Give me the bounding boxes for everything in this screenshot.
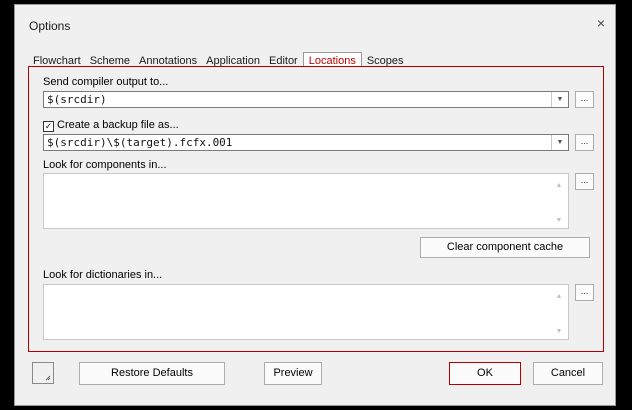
backup-file-browse-button[interactable]: ... [575, 134, 594, 151]
dictionaries-label: Look for dictionaries in... [43, 269, 163, 281]
components-listbox[interactable]: ▲ ▼ [43, 173, 569, 229]
backup-file-combo[interactable]: $(srcdir)\$(target).fcfx.001 ▼ [43, 134, 569, 151]
checkmark-icon: ✓ [44, 121, 53, 131]
scroll-down-icon[interactable]: ▼ [554, 328, 564, 336]
compiler-output-label: Send compiler output to... [43, 76, 169, 88]
backup-checkbox[interactable]: ✓ [43, 121, 54, 132]
components-browse-button[interactable]: ... [575, 173, 594, 190]
close-icon[interactable]: × [593, 15, 609, 31]
dictionaries-listbox[interactable]: ▲ ▼ [43, 284, 569, 340]
scroll-up-icon[interactable]: ▲ [554, 182, 564, 190]
scroll-up-icon[interactable]: ▲ [554, 293, 564, 301]
components-label: Look for components in... [43, 159, 167, 171]
dropdown-arrow-icon[interactable]: ▼ [551, 135, 568, 150]
locations-panel: Send compiler output to... $(srcdir) ▼ .… [28, 66, 604, 352]
ok-button[interactable]: OK [449, 362, 521, 385]
restore-defaults-button[interactable]: Restore Defaults [79, 362, 225, 385]
dropdown-arrow-icon[interactable]: ▼ [551, 92, 568, 107]
dialog-title: Options [29, 19, 71, 33]
compiler-output-browse-button[interactable]: ... [575, 91, 594, 108]
dictionaries-browse-button[interactable]: ... [575, 284, 594, 301]
compiler-output-value: $(srcdir) [47, 93, 107, 106]
scroll-down-icon[interactable]: ▼ [554, 217, 564, 225]
resize-grip-icon[interactable] [32, 362, 54, 384]
preview-button[interactable]: Preview [264, 362, 322, 385]
backup-checkbox-label: Create a backup file as... [57, 119, 179, 131]
cancel-button[interactable]: Cancel [533, 362, 603, 385]
clear-component-cache-button[interactable]: Clear component cache [420, 237, 590, 258]
resize-grip-graphic [45, 375, 51, 381]
compiler-output-combo[interactable]: $(srcdir) ▼ [43, 91, 569, 108]
backup-file-value: $(srcdir)\$(target).fcfx.001 [47, 136, 233, 149]
